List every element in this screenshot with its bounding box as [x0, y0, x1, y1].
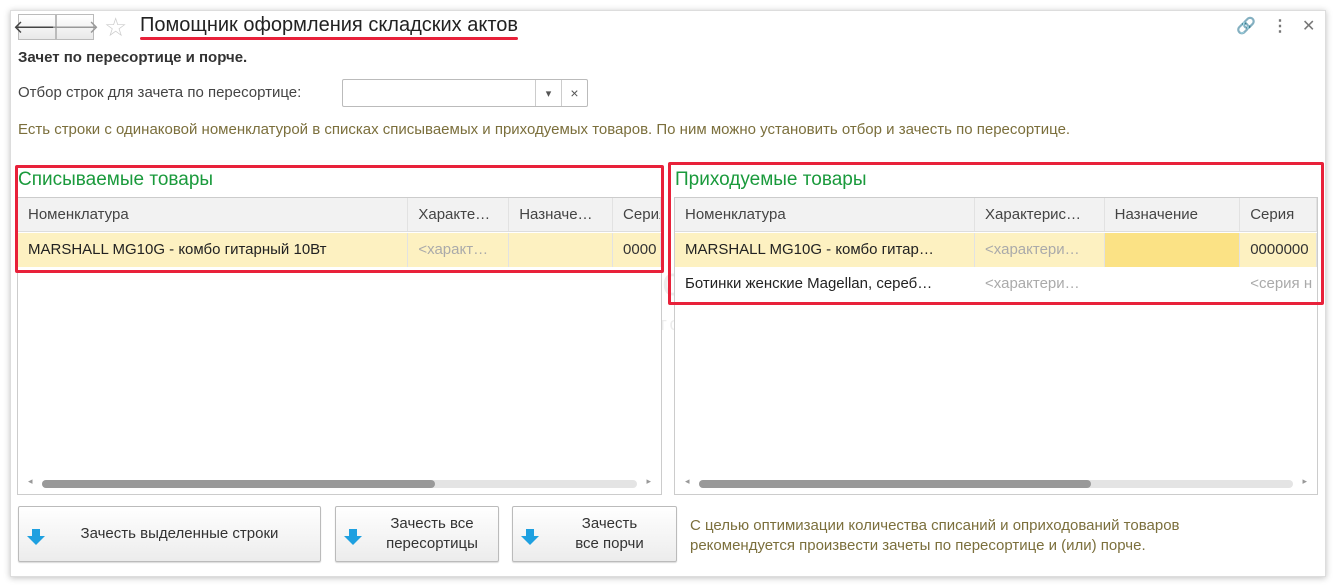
- button-label: Зачесть: [581, 515, 638, 532]
- info-message: Есть строки с одинаковой номенклатурой в…: [18, 121, 1071, 138]
- window-title: Помощник оформления складских актов: [140, 14, 519, 36]
- button-label: Зачесть выделенные строки: [80, 525, 279, 542]
- forward-button[interactable]: 🡒: [51, 14, 99, 40]
- close-icon[interactable]: ✕: [1302, 16, 1315, 36]
- dropdown-button[interactable]: ▾: [535, 80, 561, 106]
- offset-selected-rows-button[interactable]: Зачесть выделенные строки: [18, 506, 321, 562]
- offset-all-damage-button[interactable]: Зачесть все порчи: [512, 506, 677, 562]
- more-menu-icon[interactable]: ⋮: [1272, 16, 1288, 36]
- button-label: все порчи: [575, 535, 644, 552]
- button-label: Зачесть все: [390, 515, 474, 532]
- scroll-left-icon[interactable]: ◂: [28, 476, 33, 487]
- scroll-right-icon[interactable]: ▸: [1302, 476, 1307, 487]
- annotation-box: [668, 162, 1324, 305]
- scrollbar-thumb[interactable]: [699, 480, 1092, 488]
- offset-all-regrading-button[interactable]: Зачесть все пересортицы: [335, 506, 499, 562]
- arrow-down-icon: [344, 529, 362, 545]
- scroll-left-icon[interactable]: ◂: [685, 476, 690, 487]
- arrow-down-icon: [27, 529, 45, 545]
- favorite-star-icon[interactable]: ☆: [104, 12, 127, 43]
- arrow-down-icon: [521, 529, 539, 545]
- recommendation-note: С целью оптимизации количества списаний …: [690, 516, 1180, 556]
- annotation-underline: [140, 37, 518, 40]
- horizontal-scrollbar[interactable]: ◂ ▸: [28, 476, 651, 488]
- filter-label: Отбор строк для зачета по пересортице:: [18, 84, 302, 101]
- note-line: рекомендуется произвести зачеты по перес…: [690, 537, 1146, 554]
- note-line: С целью оптимизации количества списаний …: [690, 517, 1180, 534]
- filter-input-value[interactable]: [343, 80, 535, 106]
- button-label: пересортицы: [386, 535, 478, 552]
- scroll-right-icon[interactable]: ▸: [646, 476, 651, 487]
- arrow-right-icon: 🡒: [50, 16, 100, 37]
- scrollbar-thumb[interactable]: [42, 480, 435, 488]
- annotation-box: [15, 165, 664, 273]
- clear-button[interactable]: ×: [561, 80, 587, 106]
- link-icon[interactable]: 🔗: [1236, 16, 1256, 36]
- horizontal-scrollbar[interactable]: ◂ ▸: [685, 476, 1307, 488]
- section-heading: Зачет по пересортице и порче.: [18, 49, 248, 66]
- filter-input[interactable]: ▾ ×: [342, 79, 588, 107]
